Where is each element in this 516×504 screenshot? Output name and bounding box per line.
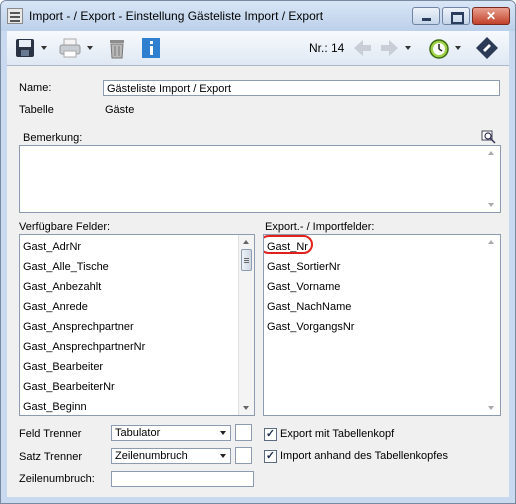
export-fields-scrollbar[interactable] (484, 235, 500, 415)
app-icon (7, 8, 23, 24)
name-label: Name: (19, 82, 52, 94)
form-area: Name: Gästeliste Import / Export Tabelle… (7, 66, 509, 497)
list-item[interactable]: Gast_Anrede (20, 297, 145, 317)
bemerkung-scrollbar[interactable] (484, 146, 500, 212)
print-icon[interactable] (57, 36, 83, 60)
bemerkung-label: Bemerkung: (23, 132, 83, 144)
close-button[interactable]: ✕ (472, 7, 510, 25)
record-number: Nr.: 14 (309, 41, 345, 55)
satz-trenner-label: Satz Trenner (19, 451, 82, 463)
list-item[interactable]: Gast_Ansprechpartner (20, 317, 145, 337)
satz-trenner-custom-input[interactable] (235, 447, 252, 464)
satz-trenner-select[interactable]: Zeilenumbruch (111, 448, 231, 464)
export-header-label: Export mit Tabellenkopf (280, 428, 395, 440)
clock-icon[interactable] (427, 36, 451, 60)
nav-dropdown-icon[interactable] (405, 46, 411, 50)
bemerkung-textarea[interactable] (19, 145, 501, 213)
title-bar: Import - / Export - Einstellung Gästelis… (1, 1, 515, 31)
name-input[interactable]: Gästeliste Import / Export (103, 80, 500, 96)
zeilenumbruch-label: Zeilenumbruch: (19, 473, 95, 485)
import-header-label: Import anhand des Tabellenkopfes (280, 450, 448, 462)
scroll-down-icon[interactable] (488, 203, 494, 207)
feld-trenner-custom-input[interactable] (235, 424, 252, 441)
export-fields-label: Export.- / Importfelder: (265, 221, 375, 233)
zoom-icon[interactable] (481, 130, 497, 144)
scroll-down-icon[interactable] (243, 406, 249, 410)
list-item[interactable]: Gast_NachName (264, 297, 354, 317)
window: Import - / Export - Einstellung Gästelis… (0, 0, 516, 504)
list-item[interactable]: Gast_AdrNr (20, 237, 145, 257)
scroll-up-icon[interactable] (488, 240, 494, 244)
list-item[interactable]: Gast_Nr (264, 235, 354, 257)
maximize-button[interactable] (442, 7, 470, 25)
feld-trenner-select[interactable]: Tabulator (111, 425, 231, 441)
feld-trenner-label: Feld Trenner (19, 428, 82, 440)
window-title: Import - / Export - Einstellung Gästelis… (29, 9, 324, 23)
nav-back-icon[interactable] (351, 36, 373, 60)
export-header-checkbox[interactable]: ✓ (264, 428, 277, 441)
scroll-up-icon[interactable] (243, 240, 249, 244)
import-header-checkbox[interactable]: ✓ (264, 450, 277, 463)
export-fields-list[interactable]: Gast_Nr Gast_SortierNr Gast_Vorname Gast… (263, 234, 501, 416)
available-fields-scrollbar[interactable] (238, 235, 254, 415)
list-item[interactable]: Gast_AnsprechpartnerNr (20, 337, 145, 357)
trash-icon[interactable] (105, 36, 129, 60)
list-item[interactable]: Gast_VorgangsNr (264, 317, 354, 337)
tabelle-label: Tabelle (19, 104, 54, 116)
list-item[interactable]: Gast_Bearbeiter (20, 357, 145, 377)
save-icon[interactable] (13, 36, 37, 60)
list-item[interactable]: Gast_Anbezahlt (20, 277, 145, 297)
scroll-up-icon[interactable] (488, 151, 494, 155)
info-icon[interactable] (139, 36, 163, 60)
available-fields-label: Verfügbare Felder: (19, 221, 111, 233)
list-item[interactable]: Gast_BearbeiterNr (20, 377, 145, 397)
list-item[interactable]: Gast_Vorname (264, 277, 354, 297)
help-icon[interactable] (475, 36, 499, 60)
toolbar: Nr.: 14 (7, 31, 509, 66)
scroll-down-icon[interactable] (488, 406, 494, 410)
clock-dropdown-icon[interactable] (455, 46, 461, 50)
zeilenumbruch-input[interactable] (111, 471, 254, 487)
available-fields-list[interactable]: Gast_AdrNr Gast_Alle_Tische Gast_Anbezah… (19, 234, 255, 416)
minimize-button[interactable] (412, 7, 440, 25)
list-item[interactable]: Gast_Alle_Tische (20, 257, 145, 277)
list-item[interactable]: Gast_SortierNr (264, 257, 354, 277)
save-dropdown-icon[interactable] (41, 46, 47, 50)
tabelle-value: Gäste (105, 104, 135, 116)
nav-forward-icon[interactable] (379, 36, 401, 60)
print-dropdown-icon[interactable] (87, 46, 93, 50)
scroll-thumb[interactable] (241, 249, 252, 271)
list-item[interactable]: Gast_Beginn (20, 397, 145, 415)
highlight-ring (264, 235, 313, 254)
